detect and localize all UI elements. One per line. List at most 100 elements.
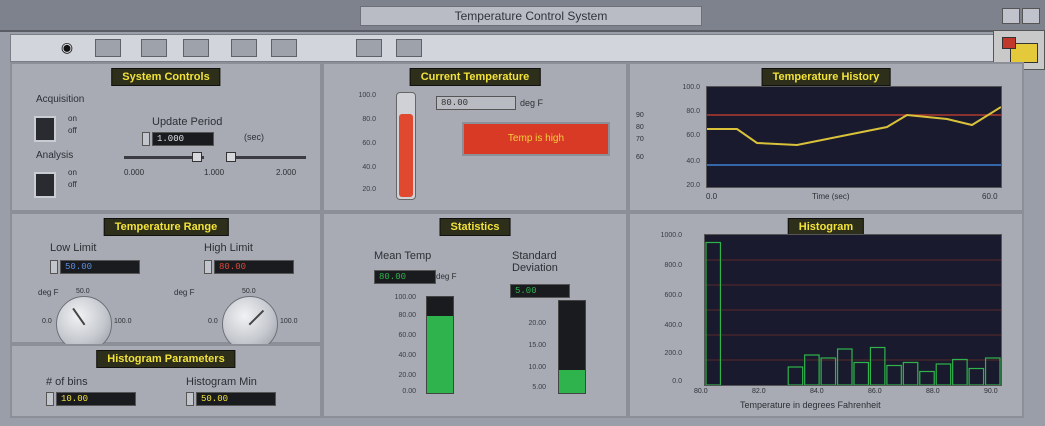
- mean-tick-2: 60.00: [398, 332, 416, 339]
- window-titlebar: Temperature Control System: [0, 0, 1045, 32]
- high-limit-unit: deg F: [174, 288, 195, 297]
- low-knob-tick-1: 50.0: [76, 288, 90, 295]
- acquisition-toggle[interactable]: [34, 116, 56, 142]
- history-x-start: 0.0: [706, 192, 718, 201]
- history-left-tick-0: 90: [636, 112, 644, 119]
- high-limit-field[interactable]: 80.00: [214, 260, 294, 274]
- minimize-button[interactable]: [1002, 8, 1020, 24]
- high-knob-tick-0: 0.0: [208, 318, 218, 325]
- histogram-bar: [787, 366, 804, 385]
- histogram-bar: [902, 361, 919, 385]
- std-dev-level: [559, 370, 585, 393]
- histogram-min-spinner[interactable]: [186, 392, 194, 406]
- std-dev-label: Standard Deviation: [512, 250, 558, 274]
- run-arrow-icon[interactable]: ◉: [55, 39, 79, 55]
- hist-x-tick-2: 84.0: [810, 388, 824, 395]
- system-controls-title: System Controls: [111, 68, 221, 86]
- temperature-history-title: Temperature History: [761, 68, 891, 86]
- window-title: Temperature Control System: [360, 6, 702, 26]
- histogram-bar: [705, 241, 722, 385]
- thermo-tick-3: 40.0: [362, 164, 376, 171]
- hist-y-tick-0: 1000.0: [660, 232, 682, 239]
- update-period-field[interactable]: 1.000: [152, 132, 214, 146]
- slider-knob-right[interactable]: [226, 152, 236, 162]
- histogram-bar: [968, 367, 985, 385]
- low-knob-tick-2: 100.0: [114, 318, 132, 325]
- align-icon[interactable]: [396, 39, 422, 57]
- std-dev-tank: [558, 300, 586, 394]
- temperature-readout: 80.00: [436, 96, 516, 110]
- low-knob-needle: [72, 307, 86, 326]
- analysis-on-label: on: [68, 168, 77, 177]
- high-knob-tick-2: 100.0: [280, 318, 298, 325]
- slider-tick-0: 0.000: [124, 168, 145, 177]
- bins-label: # of bins: [46, 376, 88, 388]
- history-tick-4: 20.0: [686, 182, 700, 189]
- mean-temp-tank: [426, 296, 454, 394]
- statistics-title: Statistics: [439, 218, 511, 236]
- step-out-icon[interactable]: [271, 39, 297, 57]
- hist-y-tick-4: 200.0: [664, 350, 682, 357]
- history-left-tick-2: 70: [636, 136, 644, 143]
- step-over-icon[interactable]: [231, 39, 257, 57]
- mean-tick-4: 20.00: [398, 372, 416, 379]
- high-knob-needle: [248, 309, 265, 326]
- histogram-parameters-panel: Histogram Parameters # of bins 10.00 His…: [10, 344, 322, 418]
- analysis-toggle[interactable]: [34, 172, 56, 198]
- std-tick-3: 5.00: [532, 384, 546, 391]
- update-period-slider-right[interactable]: [226, 156, 306, 159]
- hist-y-tick-3: 400.0: [664, 322, 682, 329]
- history-tick-0: 100.0: [682, 84, 700, 91]
- low-limit-field[interactable]: 50.00: [60, 260, 140, 274]
- history-x-end: 60.0: [982, 192, 998, 201]
- stop-icon[interactable]: [95, 39, 121, 57]
- step-icon[interactable]: [183, 39, 209, 57]
- temperature-history-panel: Temperature History 100.0 80.0 60.0 40.0…: [628, 62, 1024, 212]
- thermo-tick-2: 60.0: [362, 140, 376, 147]
- high-limit-label: High Limit: [204, 242, 253, 254]
- hist-x-tick-5: 90.0: [984, 388, 998, 395]
- analysis-label: Analysis: [36, 150, 74, 161]
- mean-temp-level: [427, 316, 453, 393]
- high-knob-tick-1: 50.0: [242, 288, 256, 295]
- history-x-label: Time (sec): [812, 192, 850, 201]
- update-period-unit: (sec): [244, 132, 264, 142]
- update-period-spinner[interactable]: [142, 132, 150, 146]
- history-plot: [706, 86, 1002, 188]
- histogram-min-field[interactable]: 50.00: [196, 392, 276, 406]
- histogram-bar: [952, 358, 968, 385]
- pause-icon[interactable]: [141, 39, 167, 57]
- hist-x-tick-1: 82.0: [752, 388, 766, 395]
- temperature-range-panel: Temperature Range Low Limit 50.00 deg F …: [10, 212, 322, 352]
- acquisition-on-label: on: [68, 114, 77, 123]
- histogram-panel: Histogram 1000.0 800.0 600.0 400.0 200.0…: [628, 212, 1024, 418]
- thermometer: [396, 92, 416, 200]
- histogram-bar: [984, 357, 1001, 385]
- system-controls-panel: System Controls Acquisition on off Analy…: [10, 62, 322, 212]
- histogram-bar: [836, 348, 853, 385]
- update-period-label: Update Period: [152, 116, 223, 128]
- histogram-parameters-title: Histogram Parameters: [96, 350, 236, 368]
- hist-y-tick-1: 800.0: [664, 262, 682, 269]
- hist-y-tick-5: 0.0: [672, 378, 682, 385]
- mean-temp-readout: 80.00: [374, 270, 436, 284]
- histogram-bar: [919, 370, 935, 385]
- bins-spinner[interactable]: [46, 392, 54, 406]
- acquisition-label: Acquisition: [36, 94, 85, 105]
- high-limit-spinner[interactable]: [204, 260, 212, 274]
- acquisition-off-label: off: [68, 126, 77, 135]
- bins-field[interactable]: 10.00: [56, 392, 136, 406]
- mean-tick-3: 40.00: [398, 352, 416, 359]
- close-button[interactable]: [1022, 8, 1040, 24]
- slider-knob-left[interactable]: [192, 152, 202, 162]
- mean-tick-1: 80.00: [398, 312, 416, 319]
- font-icon[interactable]: [356, 39, 382, 57]
- histogram-bar: [886, 364, 902, 385]
- low-limit-unit: deg F: [38, 288, 59, 297]
- std-tick-1: 15.00: [528, 342, 546, 349]
- low-limit-spinner[interactable]: [50, 260, 58, 274]
- vi-icon-graphic-2: [1002, 37, 1016, 49]
- std-dev-readout: 5.00: [510, 284, 570, 298]
- history-tick-3: 40.0: [686, 158, 700, 165]
- slider-tick-1: 1.000: [204, 168, 225, 177]
